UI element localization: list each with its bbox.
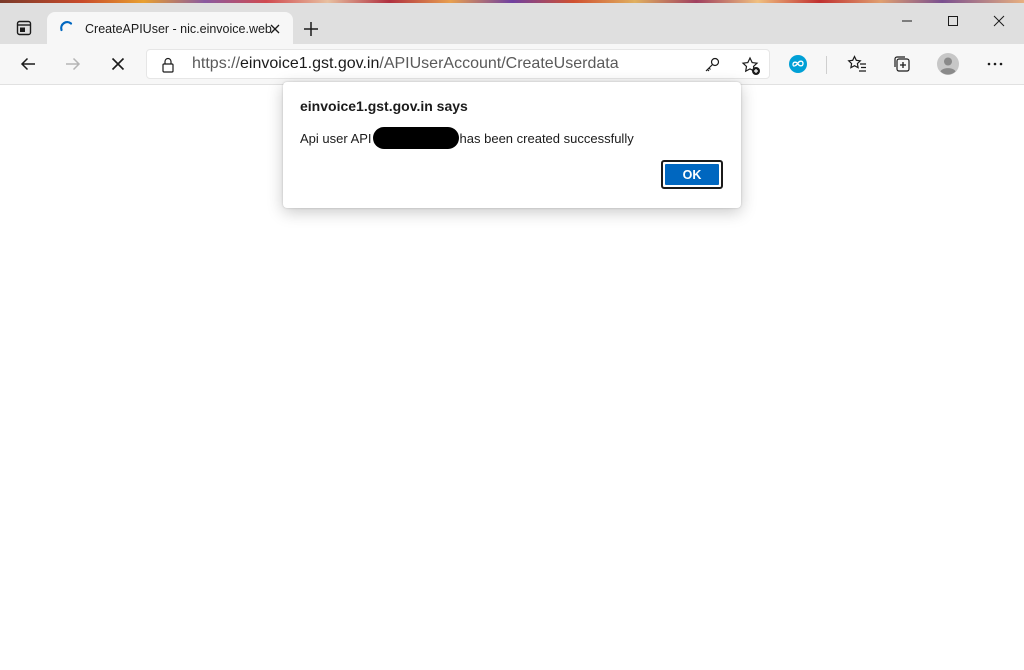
url-scheme: https:// bbox=[192, 55, 241, 72]
ok-button-label: OK bbox=[665, 164, 719, 185]
dialog-title: einvoice1.gst.gov.in says bbox=[300, 98, 468, 114]
stop-button[interactable] bbox=[106, 52, 130, 76]
extension-icon bbox=[789, 55, 807, 73]
redacted-username bbox=[372, 127, 459, 149]
tab-title: CreateAPIUser - nic.einvoice.web bbox=[85, 22, 272, 36]
dialog-message: Api user API has been created successfull… bbox=[300, 127, 634, 149]
favorites-icon bbox=[847, 55, 866, 72]
minimize-icon bbox=[902, 20, 912, 22]
tab-bar: CreateAPIUser - nic.einvoice.web bbox=[0, 3, 1024, 47]
close-icon bbox=[993, 15, 1005, 27]
alert-dialog: einvoice1.gst.gov.in says Api user API ha… bbox=[283, 82, 741, 208]
add-favorite-icon[interactable] bbox=[741, 56, 761, 76]
toolbar-divider bbox=[826, 56, 827, 74]
ok-button[interactable]: OK bbox=[661, 160, 723, 189]
key-icon[interactable] bbox=[703, 56, 721, 74]
close-icon[interactable] bbox=[267, 21, 283, 37]
address-url[interactable]: https://einvoice1.gst.gov.in/APIUserAcco… bbox=[192, 55, 619, 73]
loading-spinner-icon bbox=[60, 21, 73, 32]
extension-button[interactable] bbox=[786, 52, 810, 76]
more-icon bbox=[987, 62, 1003, 66]
stop-icon bbox=[111, 57, 125, 71]
maximize-button[interactable] bbox=[930, 10, 976, 32]
favorites-button[interactable] bbox=[845, 52, 869, 76]
back-button[interactable] bbox=[16, 52, 40, 76]
dialog-message-prefix: Api user API bbox=[300, 130, 372, 146]
url-path: /APIUserAccount/CreateUserdata bbox=[379, 55, 619, 72]
browser-toolbar: https://einvoice1.gst.gov.in/APIUserAcco… bbox=[0, 44, 1024, 85]
plus-icon[interactable] bbox=[300, 18, 322, 40]
url-host: einvoice1.gst.gov.in bbox=[240, 55, 380, 72]
dialog-message-suffix: has been created successfully bbox=[459, 130, 634, 146]
active-tab[interactable]: CreateAPIUser - nic.einvoice.web bbox=[47, 12, 293, 47]
more-button[interactable] bbox=[983, 52, 1007, 76]
profile-button[interactable] bbox=[936, 52, 960, 76]
tab-actions-button[interactable] bbox=[10, 15, 38, 41]
forward-arrow-icon bbox=[66, 57, 81, 71]
profile-icon bbox=[937, 53, 959, 75]
address-bar[interactable]: https://einvoice1.gst.gov.in/APIUserAcco… bbox=[146, 49, 770, 79]
close-window-button[interactable] bbox=[976, 10, 1022, 32]
minimize-button[interactable] bbox=[884, 10, 930, 32]
collections-button[interactable] bbox=[890, 52, 914, 76]
forward-button[interactable] bbox=[61, 52, 85, 76]
tab-actions-icon bbox=[16, 20, 32, 36]
back-arrow-icon bbox=[20, 57, 35, 71]
lock-icon[interactable] bbox=[161, 57, 175, 73]
maximize-icon bbox=[948, 16, 958, 26]
collections-icon bbox=[894, 56, 910, 72]
